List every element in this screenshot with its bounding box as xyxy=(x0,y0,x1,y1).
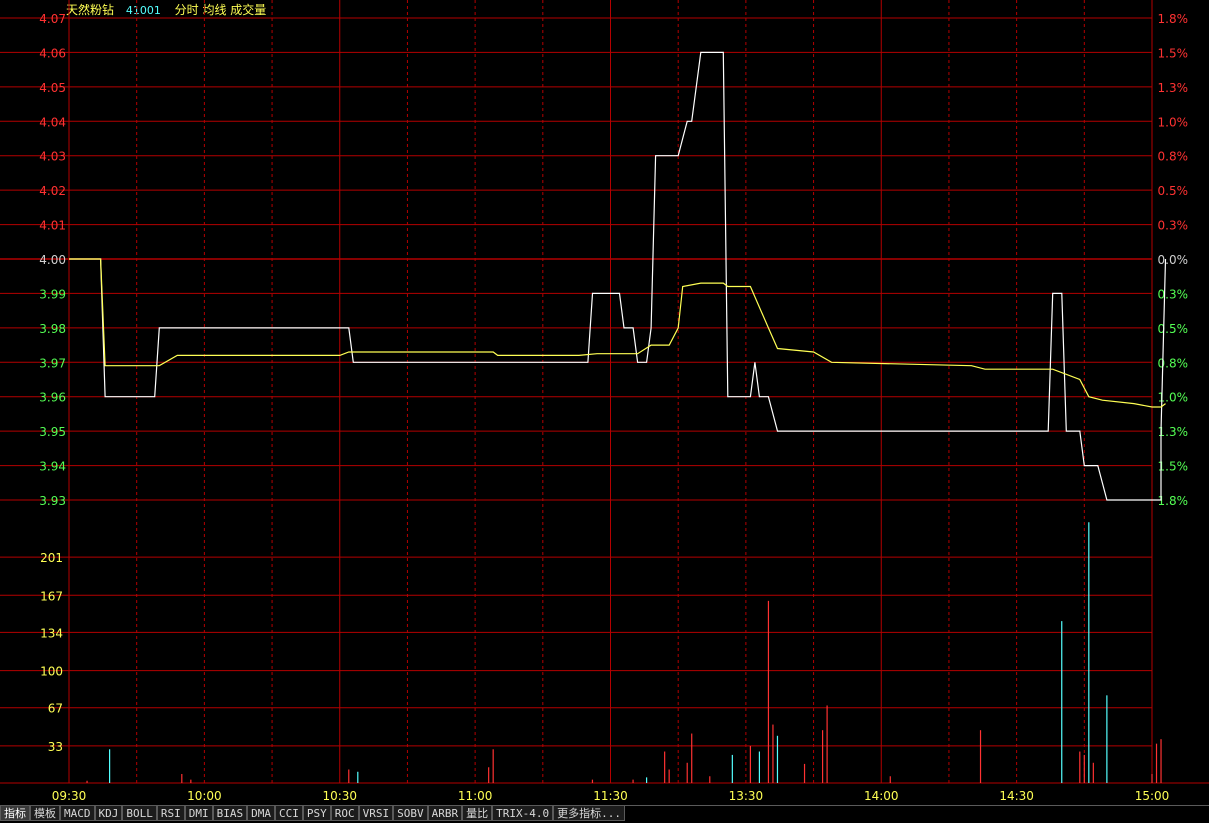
time-tick-label: 10:00 xyxy=(187,789,222,803)
price-tick-label: 3.99 xyxy=(39,287,66,301)
chart-grid xyxy=(0,0,1209,784)
tab-6[interactable]: DMI xyxy=(184,806,213,821)
time-tick-label: 14:30 xyxy=(999,789,1034,803)
volume-tick-label: 134 xyxy=(40,626,63,640)
price-tick-label: 3.98 xyxy=(39,322,66,336)
percent-tick-label: 1.0% xyxy=(1158,115,1189,129)
percent-tick-label: 1.5% xyxy=(1158,460,1189,474)
tab-2[interactable]: MACD xyxy=(60,806,95,821)
tab-10[interactable]: PSY xyxy=(302,806,331,821)
percent-tick-label: 0.3% xyxy=(1158,287,1189,301)
percent-tick-label: 0.5% xyxy=(1158,322,1189,336)
percent-tick-label: 1.8% xyxy=(1158,12,1189,26)
volume-bars xyxy=(86,522,1162,783)
time-tick-label: 10:30 xyxy=(322,789,357,803)
price-tick-label: 3.96 xyxy=(39,391,66,405)
price-lines xyxy=(69,51,1167,501)
tab-0[interactable]: 指标 xyxy=(0,806,30,821)
average-line xyxy=(69,258,1166,408)
price-tick-label: 3.95 xyxy=(39,425,66,439)
time-axis-labels: 09:30 10:00 10:30 11:00 11:30 13:30 14:00 14:30… xyxy=(52,789,1170,803)
indicator-tab-bar: 指标 模板 MACD KDJ BOLL RSI DMI BIAS DMA CCI PSY ROC VRS… xyxy=(0,805,1209,823)
percent-tick-label: 1.5% xyxy=(1158,46,1189,60)
tab-12[interactable]: VRSI xyxy=(358,806,394,821)
percent-tick-label: 0.3% xyxy=(1158,219,1189,233)
tab-13[interactable]: SOBV xyxy=(393,806,428,821)
tab-17[interactable]: 更多指标... xyxy=(553,806,625,821)
tab-15[interactable]: 量比 xyxy=(462,806,493,821)
time-tick-label: 13:30 xyxy=(729,789,764,803)
volume-tick-label: 167 xyxy=(40,589,63,603)
price-tick-label: 3.93 xyxy=(39,494,66,508)
tab-1[interactable]: 模板 xyxy=(30,806,60,821)
price-tick-label: 4.00 xyxy=(39,253,66,267)
price-tick-label: 4.04 xyxy=(39,115,66,129)
price-tick-label: 4.03 xyxy=(39,150,66,164)
price-tick-label: 4.06 xyxy=(39,46,66,60)
price-tick-label: 3.97 xyxy=(39,356,66,370)
percent-tick-label: 0.5% xyxy=(1158,184,1189,198)
tab-9[interactable]: CCI xyxy=(275,806,303,821)
percent-axis-labels: 1.8% 1.5% 1.3% 1.0% 0.8% 0.5% 0.3% 0.0% 0.3% 0.5%… xyxy=(1158,12,1189,508)
time-tick-label: 09:30 xyxy=(52,789,87,803)
price-tick-label: 4.07 xyxy=(39,12,66,26)
time-tick-label: 11:00 xyxy=(458,789,493,803)
price-axis-labels: 4.07 4.06 4.05 4.04 4.03 4.02 4.01 4.00 3.99 3.98… xyxy=(39,12,66,508)
percent-tick-label: 0.8% xyxy=(1158,150,1189,164)
price-tick-label: 4.02 xyxy=(39,184,66,198)
time-tick-label: 14:00 xyxy=(864,789,899,803)
intraday-chart[interactable]: 4.07 4.06 4.05 4.04 4.03 4.02 4.01 4.00 3.99 3.98… xyxy=(0,0,1209,822)
percent-tick-label: 1.8% xyxy=(1158,494,1189,508)
tab-3[interactable]: KDJ xyxy=(94,806,123,821)
percent-tick-label: 1.3% xyxy=(1158,425,1189,439)
volume-tick-label: 33 xyxy=(48,740,63,754)
tab-4[interactable]: BOLL xyxy=(122,806,157,821)
tab-14[interactable]: ARBR xyxy=(427,806,463,821)
price-tick-label: 4.01 xyxy=(39,219,66,233)
time-tick-label: 15:00 xyxy=(1135,789,1170,803)
tab-5[interactable]: RSI xyxy=(156,806,185,821)
tab-8[interactable]: DMA xyxy=(247,806,275,821)
price-tick-label: 3.94 xyxy=(39,460,66,474)
percent-tick-label: 1.3% xyxy=(1158,81,1189,95)
volume-tick-label: 100 xyxy=(40,665,63,679)
tab-7[interactable]: BIAS xyxy=(212,806,248,821)
tab-16[interactable]: TRIX-4.0 xyxy=(492,806,554,821)
volume-tick-label: 201 xyxy=(40,551,63,565)
price-line xyxy=(69,51,1167,501)
time-tick-label: 11:30 xyxy=(593,789,628,803)
tab-11[interactable]: ROC xyxy=(330,806,359,821)
percent-tick-label: 0.0% xyxy=(1158,253,1189,267)
volume-tick-label: 67 xyxy=(48,702,63,716)
volume-axis-labels: 201 167 134 100 67 33 xyxy=(40,551,63,754)
price-tick-label: 4.05 xyxy=(39,81,66,95)
